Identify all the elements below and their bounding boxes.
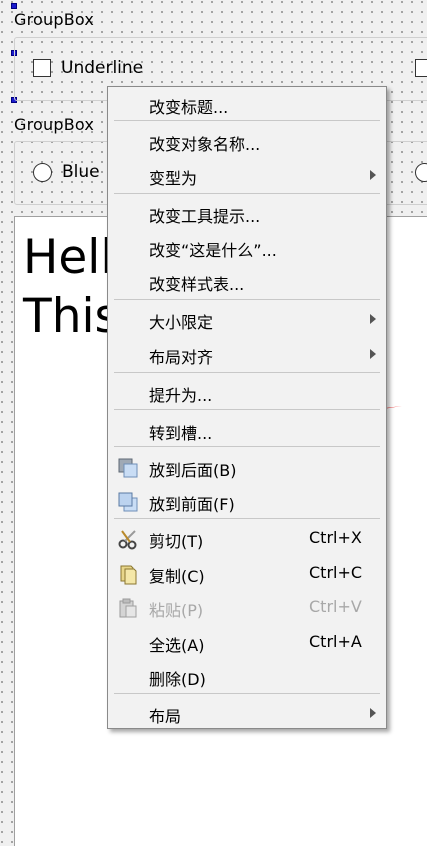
menu-item-label: 放到后面(B)	[149, 461, 237, 480]
menu-separator	[114, 446, 380, 447]
menu-item-delete[interactable]: 删除(D)	[108, 659, 386, 693]
menu-item-paste[interactable]: 粘贴(P) Ctrl+V	[108, 590, 386, 624]
menu-item-copy[interactable]: 复制(C) Ctrl+C	[108, 556, 386, 590]
menu-item-change-object-name[interactable]: 改变对象名称...	[108, 124, 386, 158]
submenu-arrow-icon	[370, 170, 376, 180]
menu-item-label: 删除(D)	[149, 670, 206, 689]
menu-item-label: 放到前面(F)	[149, 495, 235, 514]
menu-item-layout[interactable]: 布局	[108, 696, 386, 730]
scissors-icon	[118, 530, 137, 550]
menu-item-label: 粘贴(P)	[149, 601, 204, 620]
menu-item-label: 改变对象名称...	[149, 135, 261, 154]
menu-item-size-constraints[interactable]: 大小限定	[108, 302, 386, 336]
submenu-arrow-icon	[370, 349, 376, 359]
menu-separator	[114, 409, 380, 410]
menu-item-label: 变型为	[149, 169, 198, 188]
menu-item-shortcut: Ctrl+A	[309, 632, 362, 651]
menu-item-label: 大小限定	[149, 313, 214, 332]
menu-separator	[114, 193, 380, 194]
menu-separator	[114, 372, 380, 373]
menu-item-shortcut: Ctrl+C	[309, 563, 363, 582]
menu-item-label: 改变“这是什么”...	[149, 241, 277, 260]
menu-item-label: 布局对齐	[149, 348, 214, 367]
menu-item-label: 改变样式表...	[149, 275, 245, 294]
context-menu: 改变标题... 改变对象名称... 变型为 改变工具提示... 改变“这是什么”…	[107, 86, 387, 729]
menu-item-label: 布局	[149, 707, 182, 726]
menu-item-label: 剪切(T)	[149, 532, 204, 551]
submenu-arrow-icon	[370, 708, 376, 718]
menu-separator	[114, 299, 380, 300]
menu-item-label: 复制(C)	[149, 567, 205, 586]
paste-icon	[119, 598, 137, 618]
bring-to-front-icon	[118, 492, 138, 512]
menu-item-change-tooltip[interactable]: 改变工具提示...	[108, 196, 386, 230]
menu-item-label: 提升为...	[149, 386, 213, 405]
menu-item-change-whats-this[interactable]: 改变“这是什么”...	[108, 230, 386, 264]
submenu-arrow-icon	[370, 314, 376, 324]
menu-item-promote-to[interactable]: 提升为...	[108, 375, 386, 409]
copy-icon	[120, 565, 137, 585]
menu-item-shortcut: Ctrl+V	[309, 597, 362, 616]
menu-item-shortcut: Ctrl+X	[309, 528, 362, 547]
menu-item-layout-alignment[interactable]: 布局对齐	[108, 337, 386, 371]
menu-separator	[114, 120, 380, 121]
menu-item-label: 全选(A)	[149, 636, 205, 655]
menu-item-go-to-slot[interactable]: 转到槽...	[108, 413, 386, 447]
menu-item-label: 转到槽...	[149, 424, 213, 443]
menu-separator	[114, 693, 380, 694]
menu-separator	[114, 518, 380, 519]
menu-item-change-title[interactable]: 改变标题...	[108, 87, 386, 121]
menu-item-morph-into[interactable]: 变型为	[108, 158, 386, 192]
menu-item-select-all[interactable]: 全选(A) Ctrl+A	[108, 625, 386, 659]
send-to-back-icon	[118, 458, 138, 478]
menu-item-cut[interactable]: 剪切(T) Ctrl+X	[108, 521, 386, 555]
menu-item-change-stylesheet[interactable]: 改变样式表...	[108, 264, 386, 298]
menu-item-send-to-back[interactable]: 放到后面(B)	[108, 450, 386, 484]
menu-item-label: 改变工具提示...	[149, 207, 261, 226]
menu-item-label: 改变标题...	[149, 98, 229, 117]
menu-item-bring-to-front[interactable]: 放到前面(F)	[108, 484, 386, 518]
